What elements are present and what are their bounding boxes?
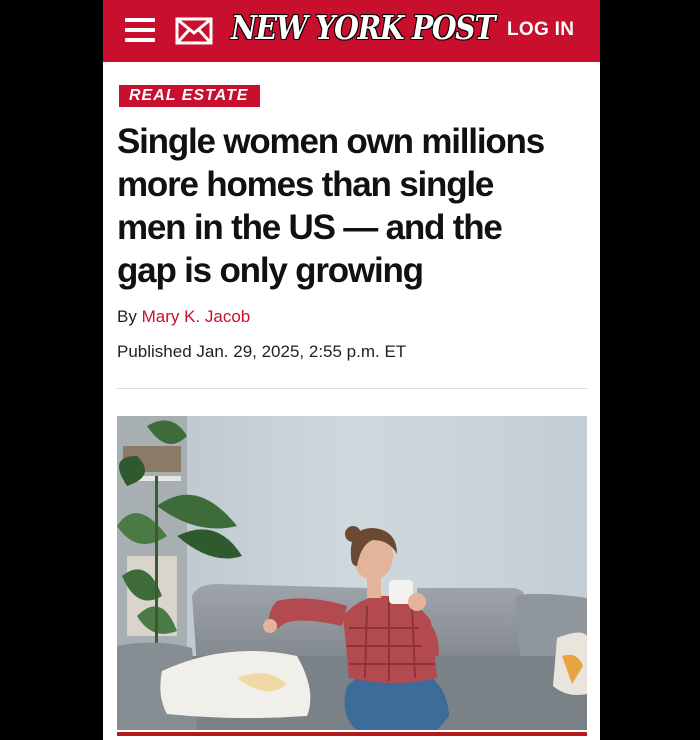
author-link[interactable]: Mary K. Jacob xyxy=(142,307,251,326)
login-button[interactable]: LOG IN xyxy=(507,19,574,41)
mail-icon[interactable] xyxy=(175,17,213,45)
hamburger-menu-icon[interactable] xyxy=(125,18,155,42)
phone-screen: NEW YORK POST LOG IN REAL ESTATE Single … xyxy=(103,0,600,740)
site-header: NEW YORK POST LOG IN xyxy=(103,0,600,62)
divider xyxy=(117,388,587,389)
byline-prefix: By xyxy=(117,307,137,326)
headline-line: more homes than single xyxy=(117,165,494,204)
headline-line: Single women own millions xyxy=(117,122,545,161)
byline: By Mary K. Jacob xyxy=(117,307,250,327)
hero-photo xyxy=(117,416,587,730)
photo-caption-bar xyxy=(117,730,587,740)
site-logo[interactable]: NEW YORK POST xyxy=(231,8,496,47)
published-timestamp: Published Jan. 29, 2025, 2:55 p.m. ET xyxy=(117,342,407,361)
section-tag-real-estate[interactable]: REAL ESTATE xyxy=(119,85,261,107)
headline-line: gap is only growing xyxy=(117,251,424,290)
article-headline: Single women own millions more homes tha… xyxy=(117,120,587,292)
headline-line: men in the US — and the xyxy=(117,208,503,247)
